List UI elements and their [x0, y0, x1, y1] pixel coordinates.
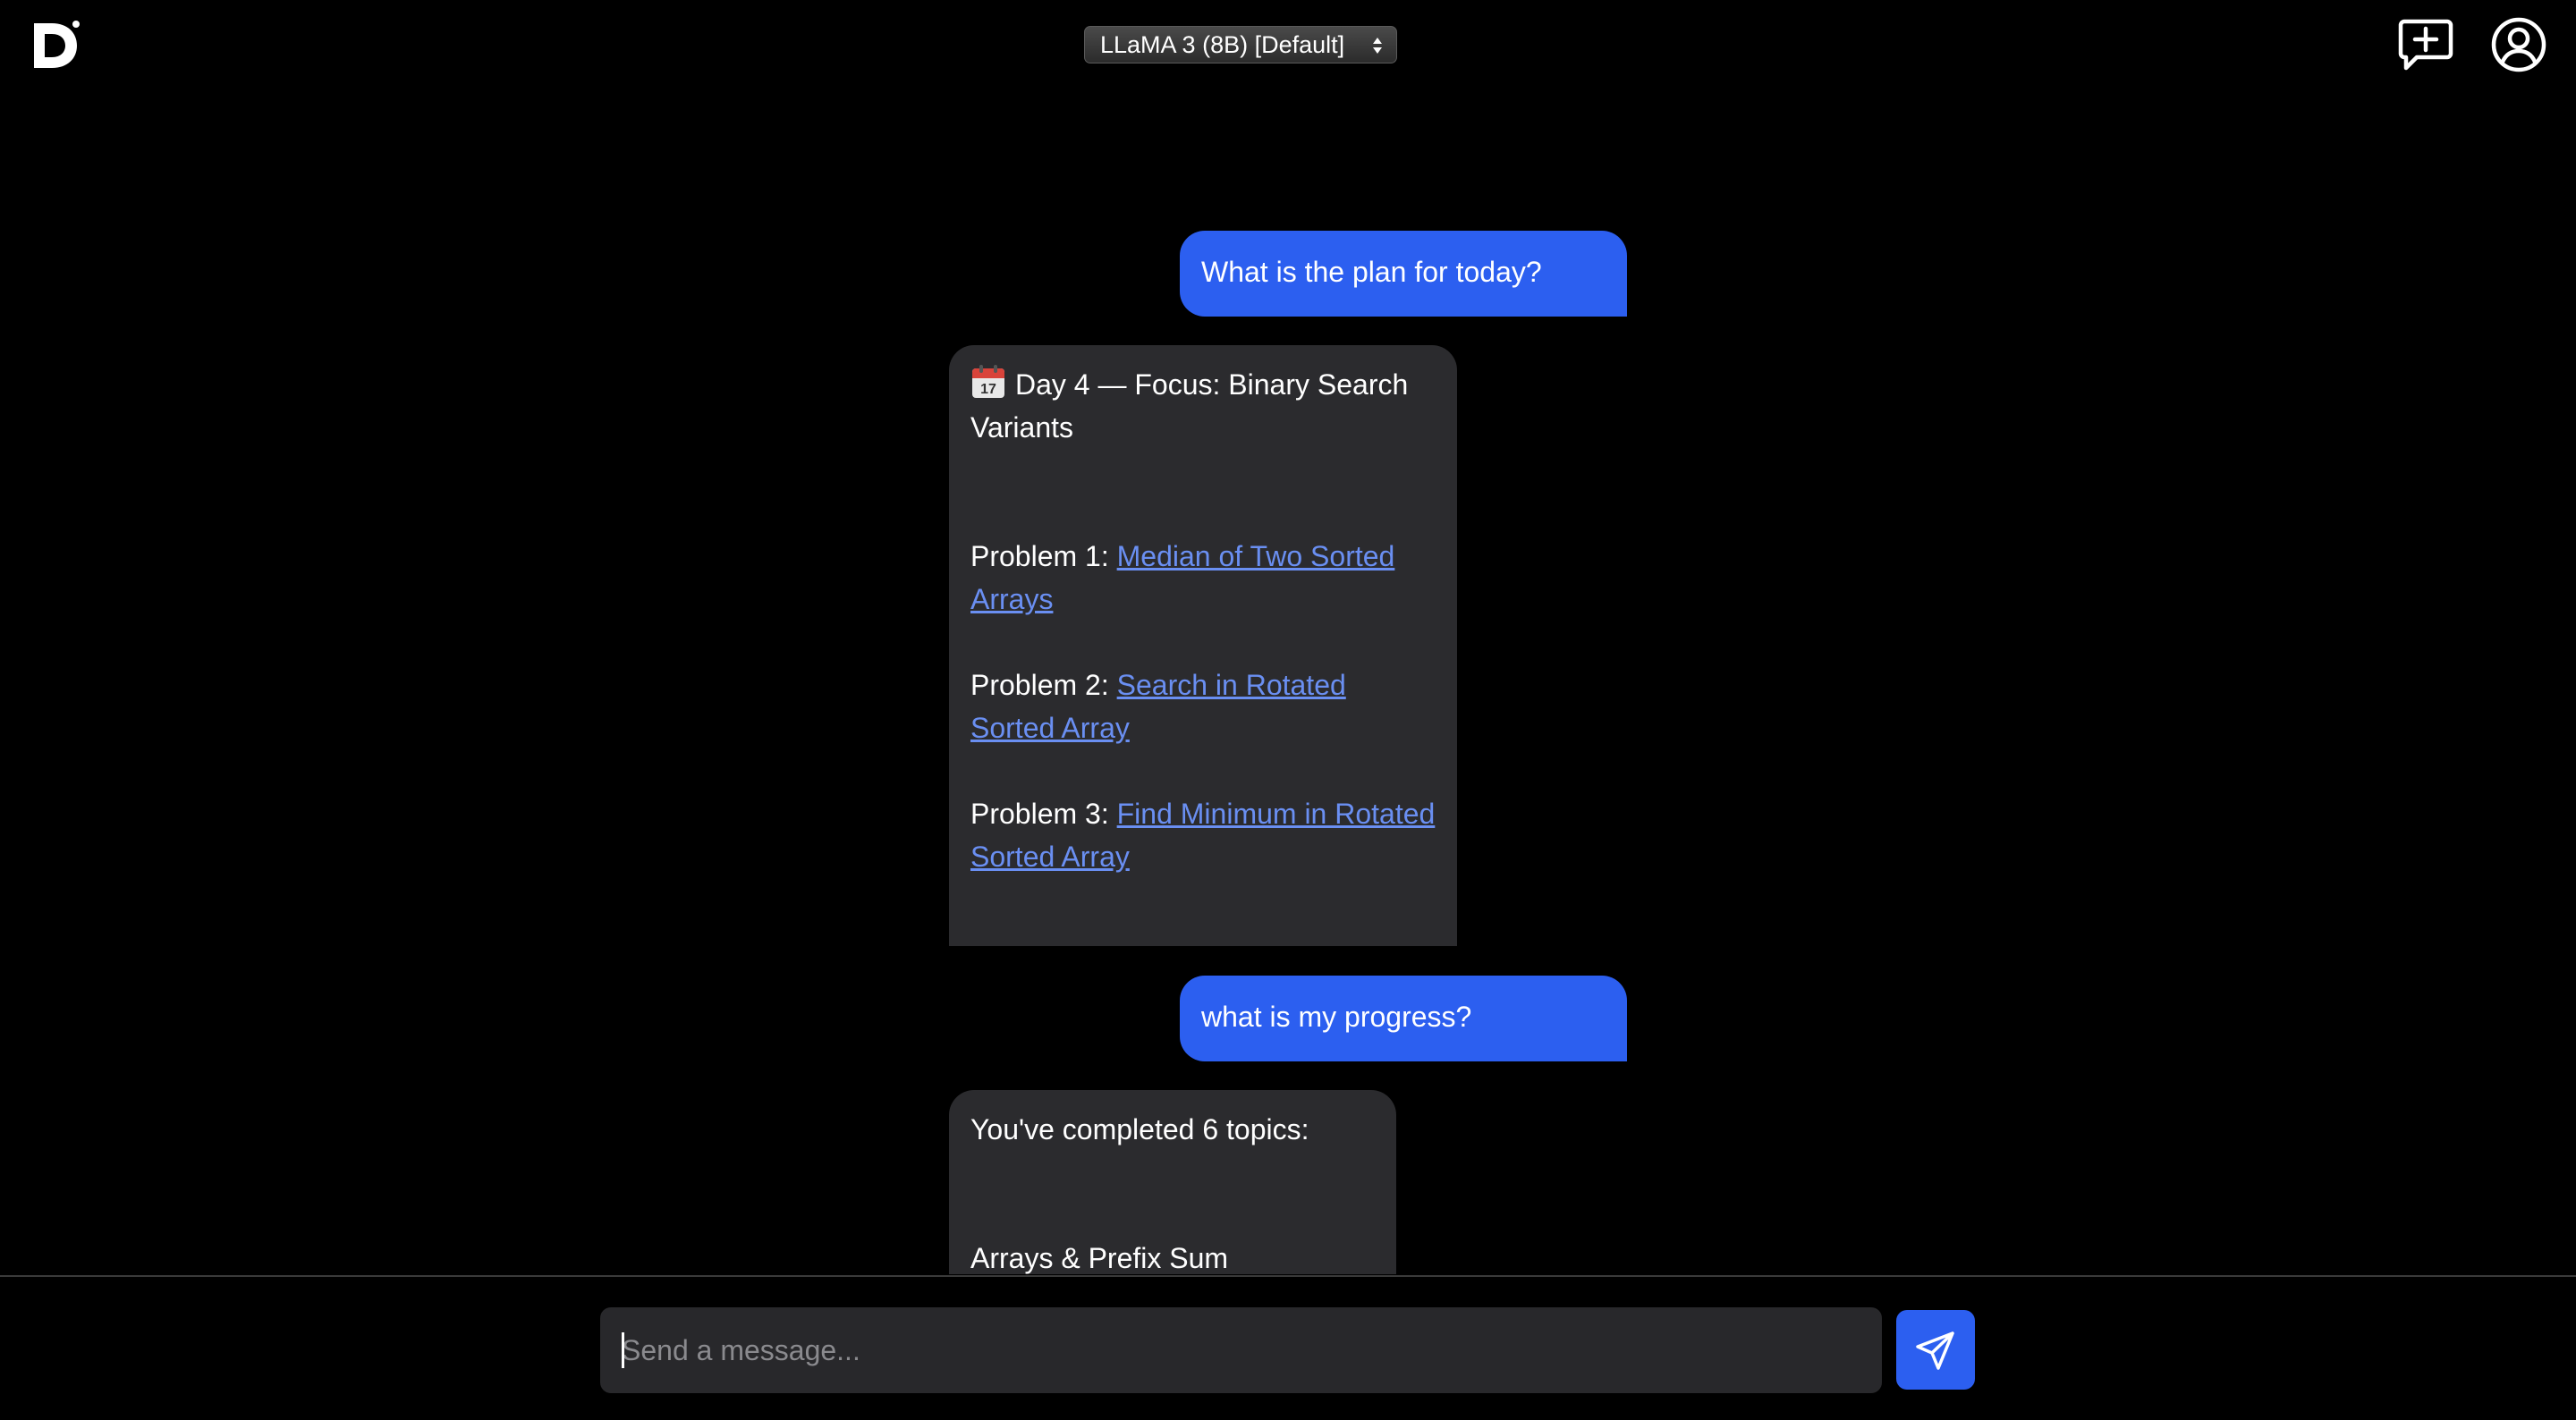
user-message-text: What is the plan for today?	[1201, 256, 1542, 288]
assistant-title-text: Day 4 — Focus: Binary Search Variants	[970, 368, 1409, 444]
model-select[interactable]: LLaMA 3 (8B) [Default]	[1084, 26, 1397, 63]
assistant-message: You've completed 6 topics: Arrays & Pref…	[949, 1090, 1396, 1274]
send-button[interactable]	[1896, 1310, 1975, 1390]
chat-transcript[interactable]: What is the plan for today? 17 Day 4 — F…	[0, 0, 2576, 1274]
text-caret	[622, 1332, 624, 1368]
assistant-message: 17 Day 4 — Focus: Binary Search Variants…	[949, 345, 1457, 946]
send-icon	[1916, 1331, 1954, 1370]
problem-line: Problem 1: Median of Two Sorted Arrays	[970, 535, 1436, 621]
problem-prefix: Problem 2:	[970, 669, 1117, 701]
user-message-text: what is my progress?	[1201, 1001, 1472, 1033]
problem-line: Problem 3: Find Minimum in Rotated Sorte…	[970, 792, 1436, 878]
problem-line: Problem 2: Search in Rotated Sorted Arra…	[970, 664, 1436, 749]
chat-app: What is the plan for today? 17 Day 4 — F…	[0, 0, 2576, 1420]
problem-prefix: Problem 3:	[970, 798, 1117, 830]
message-input[interactable]	[600, 1307, 1882, 1393]
user-circle-icon	[2491, 17, 2546, 72]
user-message: What is the plan for today?	[1180, 231, 1627, 317]
assistant-message-intro: You've completed 6 topics:	[970, 1113, 1309, 1145]
assistant-message-title: 17 Day 4 — Focus: Binary Search Variants	[970, 363, 1436, 449]
model-select-value: LLaMA 3 (8B) [Default]	[1100, 30, 1345, 58]
calendar-icon: 17	[972, 365, 1004, 398]
message-plus-icon	[2398, 19, 2453, 71]
svg-text:17: 17	[980, 382, 996, 397]
progress-topic-item: Arrays & Prefix Sum	[970, 1242, 1229, 1274]
composer-bar	[0, 1275, 2576, 1420]
problem-prefix: Problem 1:	[970, 540, 1117, 572]
select-arrows-icon	[1373, 38, 1382, 54]
user-message: what is my progress?	[1180, 976, 1627, 1061]
profile-button[interactable]	[2490, 16, 2547, 73]
d-logo-icon[interactable]	[30, 18, 84, 72]
new-chat-button[interactable]	[2397, 16, 2454, 73]
